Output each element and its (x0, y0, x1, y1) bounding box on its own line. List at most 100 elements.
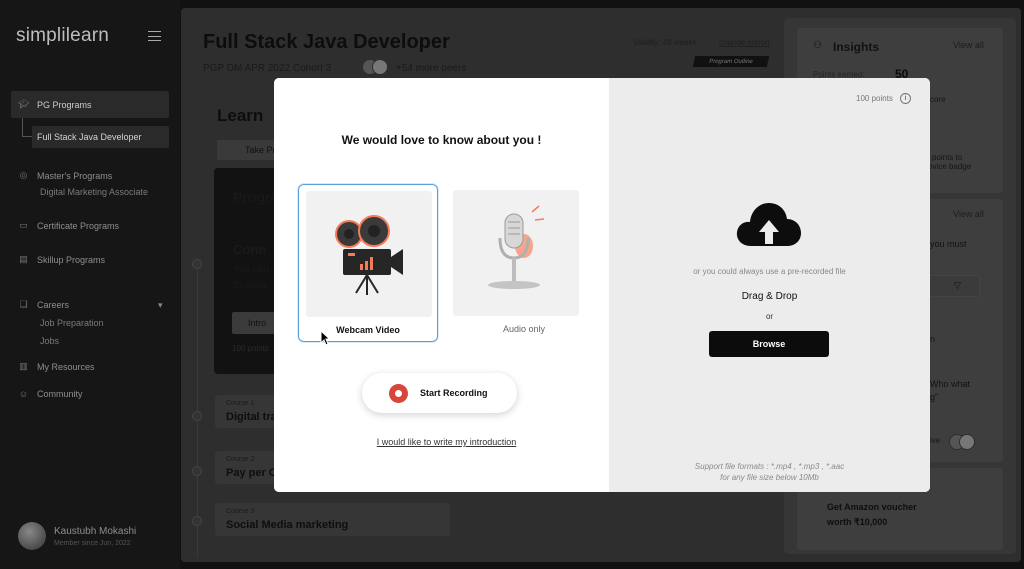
webcam-illustration (306, 191, 432, 317)
video-camera-icon (335, 215, 403, 295)
course-name: Digital tra (226, 411, 277, 423)
points-label: 100 points (232, 344, 269, 353)
or-label: or (765, 312, 774, 321)
supported-formats: Support file formats : *.mp4 , *.mp3 , *… (609, 461, 930, 483)
start-recording-button[interactable]: Start Recording (362, 373, 517, 413)
recording-panel: We would love to know about you ! Webcam… (274, 78, 609, 492)
graduation-cap-icon: 🎓︎ (18, 99, 30, 109)
activity-avatars (949, 434, 977, 451)
hamburger-menu-icon[interactable] (148, 31, 161, 41)
filter-icon[interactable]: ▽ (954, 280, 961, 291)
activity-text: ive (930, 436, 941, 445)
profile-name: Kaustubh Mokashi (54, 525, 137, 537)
sidebar-item-label: Skillup Programs (37, 254, 106, 265)
course-name: Pay per C (226, 467, 277, 479)
record-icon (389, 383, 408, 403)
profile-since: Member since Jun, 2022 (54, 539, 131, 547)
resources-icon: ▥ (19, 361, 28, 371)
amazon-voucher-title: Get Amazon voucher (827, 502, 917, 512)
timeline-dot (192, 411, 202, 421)
badge-icon: ◎ (19, 170, 28, 180)
sidebar-item-certificate[interactable]: ▭ Certificate Programs (18, 220, 119, 231)
timeline-dot (192, 516, 202, 526)
activity-text: you must (930, 239, 967, 249)
connect-heading: Conn (233, 242, 267, 257)
sidebar-item-masters[interactable]: ◎ Master's Programs (18, 170, 113, 181)
sidebar-item-full-stack-java[interactable]: Full Stack Java Developer (32, 126, 169, 148)
validity-label: Validity: 48 weeks (633, 38, 697, 47)
sidebar-item-label: Community (37, 389, 83, 399)
sidebar-item-label: My Resources (37, 361, 95, 372)
browse-button[interactable]: Browse (709, 331, 829, 357)
certificate-icon: ▭ (19, 220, 28, 230)
amazon-voucher-text: Get Amazon voucher worth ₹10,000 (827, 500, 917, 530)
insight-text: ovice badge (928, 162, 972, 171)
audio-illustration (453, 190, 579, 316)
course-number: Course 1 (226, 400, 255, 407)
points-value: 100 points (856, 94, 893, 103)
sidebar-subitem-jobs[interactable]: Jobs (40, 336, 59, 346)
avatar (18, 522, 46, 550)
start-recording-label: Start Recording (420, 388, 488, 398)
drag-drop-label: Drag & Drop (741, 291, 798, 302)
peers-count[interactable]: +54 more peers (396, 63, 466, 74)
amazon-voucher-value: worth ₹10,000 (827, 517, 888, 527)
connect-text-2: Its alwa (233, 280, 267, 291)
info-icon[interactable]: i (900, 93, 911, 104)
activity-text: Who what (930, 379, 971, 389)
sidebar-subitem-digital-marketing[interactable]: Digital Marketing Associate (40, 187, 148, 197)
tree-connector (22, 118, 32, 137)
activity-text: n (930, 334, 936, 344)
view-all-link[interactable]: View all (953, 209, 984, 219)
profile-block[interactable]: Kaustubh Mokashi Member since Jun, 2022 (18, 522, 136, 550)
cloud-upload-icon[interactable] (735, 198, 803, 250)
modal-title: We would love to know about you ! (341, 133, 542, 147)
course-name: Social Media marketing (226, 519, 349, 531)
sidebar-item-label: PG Programs (37, 99, 92, 110)
peer-avatars (362, 59, 390, 76)
audio-only-label: Audio only (502, 324, 546, 334)
sidebar-item-pg-programs[interactable]: 🎓︎ PG Programs (11, 91, 169, 118)
insight-text: core (930, 95, 946, 104)
insights-title: Insights (833, 40, 880, 54)
course-number: Course 3 (226, 508, 255, 515)
insight-text: l points to (928, 153, 963, 162)
sidebar-item-skillup[interactable]: ▤ Skillup Programs (18, 254, 105, 265)
prerecorded-hint: or you could always use a pre-recorded f… (693, 267, 846, 276)
community-icon: ☺ (18, 389, 29, 399)
filter-select[interactable] (925, 275, 980, 297)
mouse-cursor-icon (320, 330, 330, 346)
timeline-dot (192, 259, 202, 269)
microphone-icon (488, 205, 545, 289)
audio-only-option[interactable]: Audio only (453, 184, 594, 342)
insights-icon: ⚇ (813, 40, 822, 51)
course-number: Course 2 (226, 456, 255, 463)
sidebar-subitem-job-prep[interactable]: Job Preparation (40, 318, 104, 328)
connect-text-1: You can (233, 264, 269, 275)
sidebar: simplilearn 🎓︎ PG Programs Full Stack Ja… (0, 0, 180, 569)
cohort-label: PGP DM APR 2022 Cohort 3 (203, 63, 332, 74)
learn-heading: Learn (217, 106, 264, 125)
file-size-limit: for any file size below 10Mb (720, 473, 819, 482)
sidebar-item-careers[interactable]: ❏ Careers (18, 299, 69, 310)
simplilearn-logo[interactable]: simplilearn (16, 25, 109, 47)
course-timeline (197, 258, 198, 558)
sidebar-item-community[interactable]: ☺ Community (18, 389, 83, 399)
course-card[interactable]: Course 3 Social Media marketing (215, 503, 450, 536)
view-all-link[interactable]: View all (953, 40, 984, 50)
chevron-down-icon[interactable]: ▾ (158, 300, 163, 311)
sidebar-item-label: Certificate Programs (37, 220, 120, 231)
webcam-video-option[interactable]: Webcam Video (298, 184, 438, 342)
change-cohort-link[interactable]: change cohort (719, 38, 770, 47)
page-title: Full Stack Java Developer (203, 31, 450, 53)
sidebar-item-label: Master's Programs (37, 170, 113, 181)
timeline-dot (192, 466, 202, 476)
introduction-modal: We would love to know about you ! Webcam… (274, 78, 930, 492)
sidebar-item-label: Careers (37, 299, 70, 310)
supported-formats-line: Support file formats : *.mp4 , *.mp3 , *… (694, 462, 845, 471)
sidebar-item-my-resources[interactable]: ▥ My Resources (18, 361, 95, 372)
program-outline-button[interactable]: Program Outline (692, 56, 770, 67)
program-outline-label: Program Outline (708, 58, 754, 65)
write-introduction-link[interactable]: I would like to write my introduction (274, 437, 619, 447)
briefcase-icon: ❏ (19, 299, 28, 309)
